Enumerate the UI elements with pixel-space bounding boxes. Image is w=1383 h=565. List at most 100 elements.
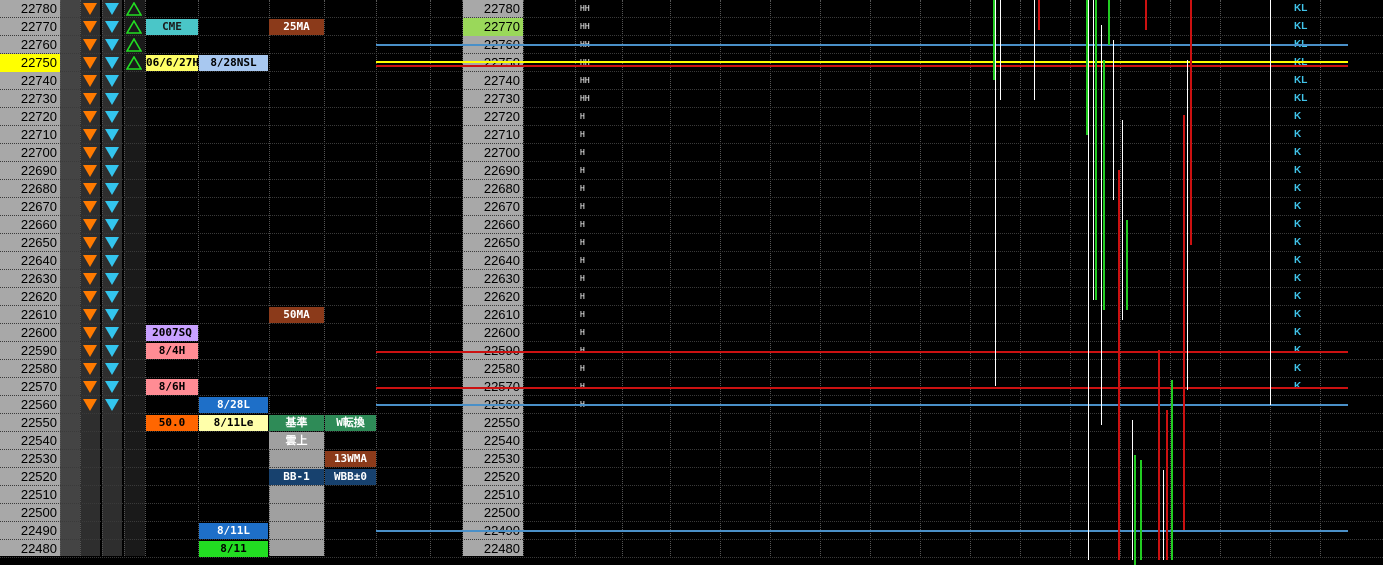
buy-arrow-icon[interactable] (105, 75, 119, 87)
sell-arrow-icon[interactable] (83, 93, 97, 105)
sell-arrow-icon[interactable] (83, 111, 97, 123)
price-cell-right[interactable]: 22510 (463, 486, 523, 504)
price-cell-left[interactable]: 22590 (0, 342, 60, 360)
signal-tag[interactable]: 8/11L (199, 523, 268, 539)
signal-tag[interactable]: 50MA (269, 307, 324, 323)
sell-arrow-icon[interactable] (83, 219, 97, 231)
price-cell-left[interactable]: 22520 (0, 468, 60, 486)
sell-arrow-icon[interactable] (83, 183, 97, 195)
buy-arrow-icon[interactable] (105, 129, 119, 141)
signal-tag[interactable]: CME (146, 19, 198, 35)
price-cell-left[interactable]: 22720 (0, 108, 60, 126)
price-cell-left[interactable]: 22690 (0, 162, 60, 180)
sell-arrow-icon[interactable] (83, 129, 97, 141)
buy-arrow-icon[interactable] (105, 201, 119, 213)
buy-arrow-icon[interactable] (105, 39, 119, 51)
price-cell-left[interactable]: 22510 (0, 486, 60, 504)
price-cell-left[interactable]: 22710 (0, 126, 60, 144)
signal-tag[interactable]: 基準 (269, 415, 324, 431)
sell-arrow-icon[interactable] (83, 363, 97, 375)
price-cell-left[interactable]: 22630 (0, 270, 60, 288)
price-cell-left[interactable]: 22570 (0, 378, 60, 396)
price-cell-right[interactable]: 22710 (463, 126, 523, 144)
price-cell-right[interactable]: 22530 (463, 450, 523, 468)
sell-arrow-icon[interactable] (83, 237, 97, 249)
sell-arrow-icon[interactable] (83, 327, 97, 339)
signal-tag[interactable]: 8/4H (146, 343, 198, 359)
price-cell-left[interactable]: 22550 (0, 414, 60, 432)
price-cell-right[interactable]: 22640 (463, 252, 523, 270)
signal-tag[interactable]: 25MA (269, 19, 324, 35)
price-cell-right[interactable]: 22500 (463, 504, 523, 522)
price-cell-left[interactable]: 22490 (0, 522, 60, 540)
buy-arrow-icon[interactable] (105, 147, 119, 159)
price-cell-right[interactable]: 22720 (463, 108, 523, 126)
sell-arrow-icon[interactable] (83, 381, 97, 393)
price-cell-right[interactable]: 22550 (463, 414, 523, 432)
buy-arrow-icon[interactable] (105, 3, 119, 15)
buy-arrow-icon[interactable] (105, 381, 119, 393)
price-cell-left[interactable]: 22740 (0, 72, 60, 90)
price-cell-left[interactable]: 22530 (0, 450, 60, 468)
sell-arrow-icon[interactable] (83, 345, 97, 357)
price-cell-left[interactable]: 22600 (0, 324, 60, 342)
buy-arrow-icon[interactable] (105, 165, 119, 177)
sell-arrow-icon[interactable] (83, 165, 97, 177)
signal-tag[interactable]: 8/6H (146, 379, 198, 395)
sell-arrow-icon[interactable] (83, 309, 97, 321)
price-cell-left[interactable]: 22680 (0, 180, 60, 198)
price-cell-left[interactable]: 22620 (0, 288, 60, 306)
signal-tag[interactable]: 2007SQ (146, 325, 198, 341)
signal-tag[interactable]: 06/6/27H (146, 55, 198, 71)
sell-arrow-icon[interactable] (83, 3, 97, 15)
buy-arrow-icon[interactable] (105, 273, 119, 285)
price-cell-left[interactable]: 22660 (0, 216, 60, 234)
signal-tag[interactable]: W転換 (325, 415, 376, 431)
price-cell-right[interactable]: 22650 (463, 234, 523, 252)
buy-arrow-icon[interactable] (105, 21, 119, 33)
signal-tag[interactable]: 雲上 (269, 433, 324, 449)
price-cell-right[interactable]: 22750 (463, 54, 523, 72)
price-cell-left[interactable]: 22730 (0, 90, 60, 108)
price-cell-right[interactable]: 22630 (463, 270, 523, 288)
price-cell-left[interactable]: 22770 (0, 18, 60, 36)
signal-tag[interactable]: 8/28NSL (199, 55, 268, 71)
sell-arrow-icon[interactable] (83, 39, 97, 51)
price-cell-right[interactable]: 22660 (463, 216, 523, 234)
sell-arrow-icon[interactable] (83, 399, 97, 411)
signal-tag[interactable]: 13WMA (325, 451, 376, 467)
signal-tag[interactable]: 8/28L (199, 397, 268, 413)
sell-arrow-icon[interactable] (83, 57, 97, 69)
price-cell-right[interactable]: 22520 (463, 468, 523, 486)
price-cell-left[interactable]: 22610 (0, 306, 60, 324)
price-cell-left[interactable]: 22670 (0, 198, 60, 216)
price-cell-right[interactable]: 22600 (463, 324, 523, 342)
buy-arrow-icon[interactable] (105, 183, 119, 195)
buy-arrow-icon[interactable] (105, 219, 119, 231)
buy-arrow-icon[interactable] (105, 111, 119, 123)
sell-arrow-icon[interactable] (83, 201, 97, 213)
sell-arrow-icon[interactable] (83, 291, 97, 303)
price-cell-left[interactable]: 22480 (0, 540, 60, 558)
buy-arrow-icon[interactable] (105, 291, 119, 303)
signal-tag[interactable]: WBB±0 (325, 469, 376, 485)
price-cell-right[interactable]: 22690 (463, 162, 523, 180)
price-cell-right[interactable]: 22670 (463, 198, 523, 216)
sell-arrow-icon[interactable] (83, 147, 97, 159)
buy-arrow-icon[interactable] (105, 327, 119, 339)
signal-tag[interactable]: 50.0 (146, 415, 198, 431)
price-cell-right[interactable]: 22580 (463, 360, 523, 378)
price-cell-left[interactable]: 22560 (0, 396, 60, 414)
signal-tag[interactable]: BB-1 (269, 469, 324, 485)
price-cell-left[interactable]: 22640 (0, 252, 60, 270)
buy-arrow-icon[interactable] (105, 345, 119, 357)
buy-arrow-icon[interactable] (105, 399, 119, 411)
buy-arrow-icon[interactable] (105, 255, 119, 267)
price-cell-left[interactable]: 22540 (0, 432, 60, 450)
price-cell-right[interactable]: 22770 (463, 18, 523, 36)
price-cell-left[interactable]: 22750 (0, 54, 60, 72)
sell-arrow-icon[interactable] (83, 21, 97, 33)
buy-arrow-icon[interactable] (105, 237, 119, 249)
price-cell-left[interactable]: 22500 (0, 504, 60, 522)
price-cell-left[interactable]: 22700 (0, 144, 60, 162)
